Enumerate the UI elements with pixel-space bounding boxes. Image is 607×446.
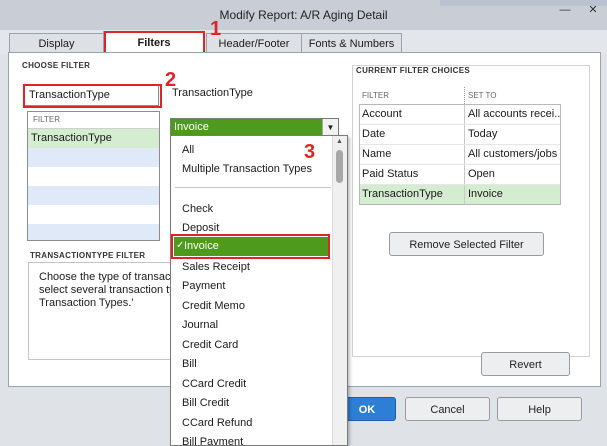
filter-cell: TransactionType: [359, 185, 465, 204]
transactiontype-filter-help-text: Choose the type of transacti select seve…: [39, 271, 170, 310]
revert-button[interactable]: Revert: [481, 352, 570, 376]
set-to-cell: Open: [468, 168, 495, 180]
help-line: select several transaction typ: [39, 284, 170, 296]
current-filter-choices-title: CURRENT FILTER CHOICES: [356, 66, 471, 75]
option-journal[interactable]: Journal: [182, 319, 218, 331]
set-to-cell: Invoice: [468, 188, 503, 200]
highlight-filter-search: [23, 84, 162, 108]
table-row[interactable]: Name All customers/jobs: [359, 145, 561, 165]
callout-number-1: 1: [210, 18, 222, 40]
option-multiple-transaction-types[interactable]: Multiple Transaction Types: [182, 163, 312, 175]
filter-cell: Name: [359, 145, 465, 164]
filter-list-empty-row: [28, 167, 159, 186]
table-row[interactable]: Date Today: [359, 125, 561, 145]
option-check[interactable]: Check: [182, 203, 213, 215]
filter-list-empty-row: [28, 186, 159, 205]
filter-list-empty-row: [28, 224, 159, 240]
set-to-cell: Today: [468, 128, 498, 140]
option-all[interactable]: All: [182, 144, 194, 156]
tab-header-footer-label: Header/Footer: [218, 38, 290, 50]
highlight-invoice-option: [171, 234, 330, 259]
table-row[interactable]: Account All accounts recei...: [359, 105, 561, 125]
option-sales-receipt[interactable]: Sales Receipt: [182, 261, 250, 273]
filter-cell: Account: [359, 105, 465, 124]
option-credit-memo[interactable]: Credit Memo: [182, 300, 245, 312]
table-row[interactable]: Paid Status Open: [359, 165, 561, 185]
tab-display-label: Display: [38, 38, 75, 50]
filter-list-empty-row: [28, 148, 159, 167]
help-line: Transaction Types.': [39, 297, 134, 309]
filter-cell: Paid Status: [359, 165, 465, 184]
option-ccard-credit[interactable]: CCard Credit: [182, 378, 246, 390]
tab-fonts-numbers[interactable]: Fonts & Numbers: [301, 33, 402, 54]
chevron-down-icon[interactable]: ▼: [322, 119, 338, 136]
tab-display[interactable]: Display: [9, 33, 104, 54]
option-bill[interactable]: Bill: [182, 358, 197, 370]
table-row[interactable]: TransactionType Invoice: [359, 185, 561, 205]
filter-list-item[interactable]: TransactionType: [28, 129, 159, 148]
option-credit-card[interactable]: Credit Card: [182, 339, 238, 351]
filter-list-header: FILTER: [28, 112, 159, 129]
remove-selected-filter-button[interactable]: Remove Selected Filter: [389, 232, 544, 256]
option-bill-payment[interactable]: Bill Payment: [182, 436, 243, 445]
set-to-cell: All accounts recei...: [468, 108, 560, 120]
current-filter-choices-header: FILTER SET TO: [359, 87, 561, 105]
callout-number-3: 3: [304, 141, 316, 163]
window-title: Modify Report: A/R Aging Detail: [219, 8, 388, 22]
close-icon[interactable]: ✕: [580, 0, 606, 20]
filter-list-empty-row: [28, 205, 159, 224]
filter-cell: Date: [359, 125, 465, 144]
minimize-icon[interactable]: —: [552, 0, 578, 20]
filter-list[interactable]: FILTER TransactionType: [27, 111, 160, 241]
help-line: Choose the type of transacti: [39, 271, 170, 283]
set-to-cell: All customers/jobs: [468, 148, 558, 160]
scroll-up-icon[interactable]: ▲: [336, 138, 343, 145]
tab-fonts-numbers-label: Fonts & Numbers: [308, 38, 395, 50]
cancel-button[interactable]: Cancel: [405, 397, 490, 421]
options-scrollbar[interactable]: ▲: [332, 136, 347, 445]
option-deposit[interactable]: Deposit: [182, 222, 219, 234]
options-separator: [175, 187, 331, 188]
col-set-to-header: SET TO: [468, 91, 497, 100]
col-filter-header: FILTER: [359, 87, 465, 104]
scrollbar-thumb[interactable]: [336, 150, 343, 183]
option-bill-credit[interactable]: Bill Credit: [182, 397, 229, 409]
transaction-type-selected-value: Invoice: [174, 121, 209, 133]
help-button[interactable]: Help: [497, 397, 582, 421]
choose-filter-title: CHOOSE FILTER: [22, 61, 91, 70]
transaction-type-options-list[interactable]: All Multiple Transaction Types Check Dep…: [170, 135, 348, 446]
option-ccard-refund[interactable]: CCard Refund: [182, 417, 252, 429]
transactiontype-filter-title: TRANSACTIONTYPE FILTER: [30, 251, 146, 260]
transactiontype-label: TransactionType: [172, 87, 253, 99]
current-filter-choices-table[interactable]: FILTER SET TO Account All accounts recei..…: [359, 87, 561, 205]
option-payment[interactable]: Payment: [182, 280, 225, 292]
